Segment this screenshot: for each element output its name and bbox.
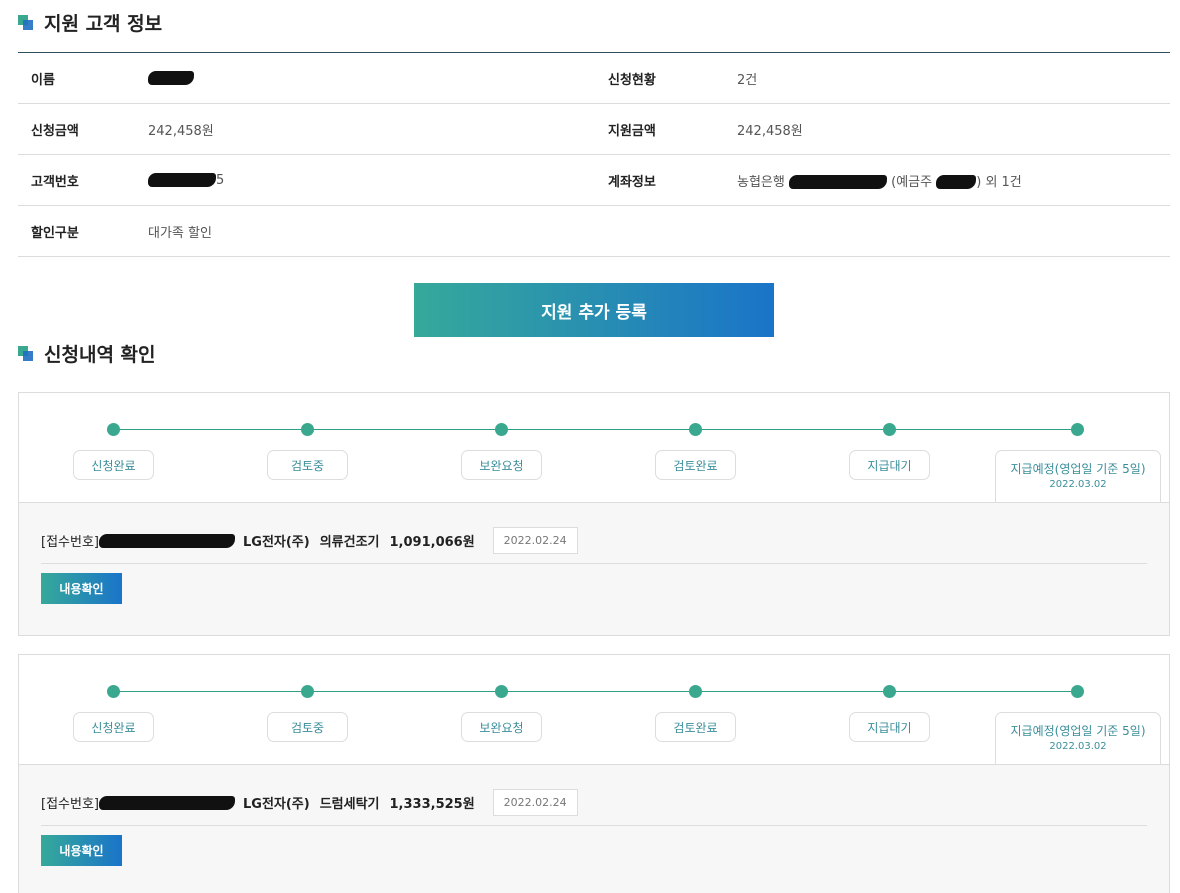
step-label: 지급대기 — [849, 450, 930, 480]
name-redacted — [148, 71, 194, 86]
customer-no-suffix: 5 — [216, 172, 225, 188]
step-label: 검토완료 — [655, 712, 736, 742]
company: LG전자(주) — [242, 535, 310, 550]
account-holder-suffix: ) — [976, 174, 982, 190]
progress-line — [114, 691, 1078, 692]
history-section-title-text: 신청내역 확인 — [44, 344, 156, 366]
application-summary: [접수번호] LG전자(주) 의류건조기 1,091,066원 2022.02.… — [41, 527, 578, 554]
step-dot — [883, 423, 896, 436]
step-label: 검토중 — [267, 450, 348, 480]
status-value: 2건 — [737, 72, 758, 88]
view-detail-button[interactable]: 내용확인 — [41, 835, 122, 866]
status-label: 신청현황 — [608, 72, 656, 88]
discount-label: 할인구분 — [31, 225, 79, 241]
account-bank: 농협은행 — [737, 174, 785, 190]
application-detail: [접수번호] LG전자(주) 드럼세탁기 1,333,525원 2022.02.… — [19, 765, 1169, 893]
step-label: 보완요청 — [461, 450, 542, 480]
discount-value: 대가족 할인 — [148, 225, 212, 241]
customer-no-label: 고객번호 — [31, 174, 79, 190]
progress-line — [114, 429, 1078, 430]
step-label: 신청완료 — [73, 450, 154, 480]
amount: 1,333,525원 — [389, 797, 475, 812]
support-amount-value: 242,458원 — [737, 123, 803, 139]
step-dot — [1071, 423, 1084, 436]
customer-no-value: 5 — [148, 173, 224, 188]
step-label: 지급대기 — [849, 712, 930, 742]
redacted-mark — [148, 173, 216, 187]
step-label: 신청완료 — [73, 712, 154, 742]
view-detail-button[interactable]: 내용확인 — [41, 573, 122, 604]
redacted-mark — [98, 533, 235, 548]
apply-amount-label: 신청금액 — [31, 123, 79, 139]
info-row-customer: 고객번호 5 계좌정보 농협은행 (예금주 ) 외 1건 — [18, 155, 1170, 206]
step-dot — [301, 685, 314, 698]
redacted-mark — [936, 175, 977, 189]
apply-date: 2022.02.24 — [492, 789, 578, 816]
account-extra: 외 1건 — [985, 174, 1022, 190]
progress-steps: 신청완료 검토중 보완요청 검토완료 지급대기 지급예정(영업일 기준 5일) … — [19, 655, 1169, 765]
history-section-title: 신청내역 확인 — [18, 340, 156, 367]
application-detail: [접수번호] LG전자(주) 의류건조기 1,091,066원 2022.02.… — [19, 503, 1169, 635]
application-card-2: 신청완료 검토중 보완요청 검토완료 지급대기 지급예정(영업일 기준 5일) … — [18, 654, 1170, 893]
company: LG전자(주) — [242, 797, 310, 812]
receipt-label: [접수번호] — [41, 797, 99, 812]
step-dot — [107, 423, 120, 436]
step-dot — [689, 685, 702, 698]
name-label: 이름 — [31, 72, 55, 88]
info-row-discount: 할인구분 대가족 할인 — [18, 206, 1170, 257]
pay-date: 2022.03.02 — [1049, 740, 1107, 752]
info-row-amount: 신청금액 242,458원 지원금액 242,458원 — [18, 104, 1170, 155]
info-row-name: 이름 신청현황 2건 — [18, 53, 1170, 104]
step-label-current: 지급예정(영업일 기준 5일) 2022.03.02 — [995, 450, 1161, 502]
account-value: 농협은행 (예금주 ) 외 1건 — [737, 171, 1022, 190]
progress-steps: 신청완료 검토중 보완요청 검토완료 지급대기 지급예정(영업일 기준 5일) … — [19, 393, 1169, 503]
apply-amount-value: 242,458원 — [148, 123, 214, 139]
customer-info-table: 이름 신청현황 2건 신청금액 242,458원 지원금액 242,458원 고… — [18, 52, 1170, 257]
step-dot — [689, 423, 702, 436]
redacted-mark — [788, 175, 887, 189]
account-holder-prefix: (예금주 — [891, 174, 933, 190]
section-square-icon — [18, 14, 34, 31]
divider — [41, 825, 1147, 826]
step-label-text: 지급예정(영업일 기준 5일) — [1010, 724, 1146, 739]
add-support-button[interactable]: 지원 추가 등록 — [414, 283, 774, 337]
step-label: 검토중 — [267, 712, 348, 742]
step-label: 보완요청 — [461, 712, 542, 742]
redacted-mark — [148, 71, 194, 85]
amount: 1,091,066원 — [389, 535, 475, 550]
step-dot — [107, 685, 120, 698]
customer-section-title: 지원 고객 정보 — [18, 9, 162, 36]
step-dot — [1071, 685, 1084, 698]
product: 의류건조기 — [319, 535, 380, 550]
apply-date: 2022.02.24 — [492, 527, 578, 554]
step-dot — [495, 685, 508, 698]
pay-date: 2022.03.02 — [1049, 478, 1107, 490]
customer-section-title-text: 지원 고객 정보 — [44, 13, 163, 35]
step-label-text: 지급예정(영업일 기준 5일) — [1010, 462, 1146, 477]
step-dot — [495, 423, 508, 436]
receipt-label: [접수번호] — [41, 535, 99, 550]
account-label: 계좌정보 — [608, 174, 656, 190]
support-amount-label: 지원금액 — [608, 123, 656, 139]
application-card-1: 신청완료 검토중 보완요청 검토완료 지급대기 지급예정(영업일 기준 5일) … — [18, 392, 1170, 636]
application-summary: [접수번호] LG전자(주) 드럼세탁기 1,333,525원 2022.02.… — [41, 789, 578, 816]
product: 드럼세탁기 — [319, 797, 380, 812]
step-dot — [883, 685, 896, 698]
redacted-mark — [98, 795, 235, 810]
divider — [41, 563, 1147, 564]
step-dot — [301, 423, 314, 436]
section-square-icon — [18, 345, 34, 362]
step-label-current: 지급예정(영업일 기준 5일) 2022.03.02 — [995, 712, 1161, 764]
step-label: 검토완료 — [655, 450, 736, 480]
